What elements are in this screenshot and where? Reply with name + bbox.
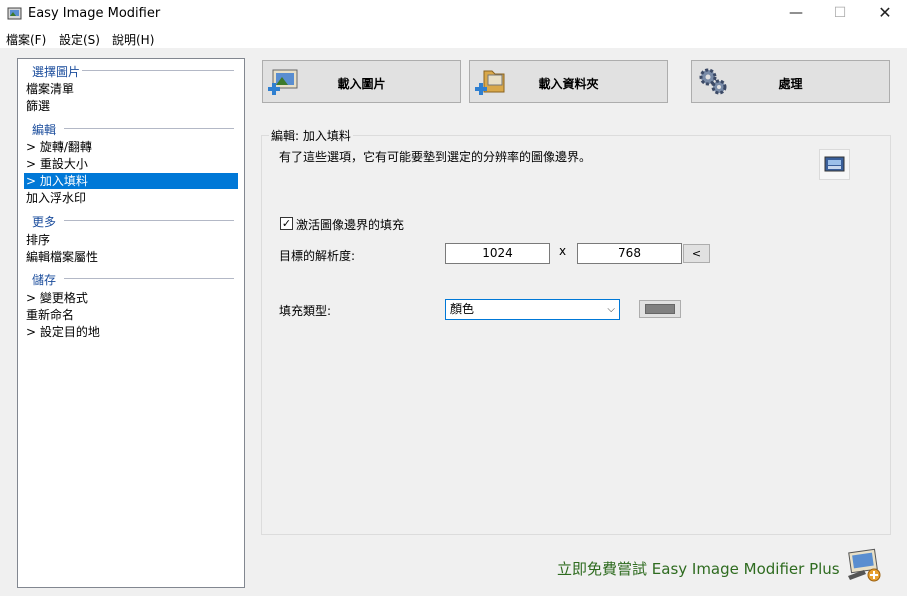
fill-type-value: 顏色 [450, 302, 475, 316]
activate-padding-checkbox[interactable]: ✓ [280, 217, 293, 230]
promo-icon[interactable] [844, 548, 884, 584]
menu-settings[interactable]: 設定(S) [59, 31, 100, 48]
fill-type-select[interactable]: 顏色 ⌵ [445, 299, 620, 320]
sidebar-item-add-watermark[interactable]: 加入浮水印 [24, 190, 238, 206]
load-images-label: 載入圖片 [337, 77, 386, 91]
section-heading-select: 選擇圖片 [32, 65, 81, 79]
target-resolution-label: 目標的解析度: [279, 249, 356, 263]
menu-help[interactable]: 說明(H) [112, 31, 154, 48]
section-divider [64, 128, 234, 129]
section-divider [64, 278, 234, 279]
group-title: 編輯: 加入填料 [269, 127, 353, 144]
sidebar-item-edit-properties[interactable]: 編輯檔案屬性 [24, 249, 238, 265]
maximize-button[interactable]: ☐ [817, 0, 863, 28]
app-icon [7, 7, 22, 20]
padding-options-group [261, 135, 891, 535]
picture-icon [824, 156, 845, 172]
swap-resolution-button[interactable]: < [683, 244, 710, 263]
activate-padding-label[interactable]: 激活圖像邊界的填充 [296, 216, 404, 233]
sidebar-item-change-format[interactable]: > 變更格式 [24, 290, 238, 306]
sidebar-item-rotate-flip[interactable]: > 旋轉/翻轉 [24, 139, 238, 155]
section-heading-save: 儲存 [32, 273, 57, 287]
window-title: Easy Image Modifier [28, 6, 161, 21]
minimize-button[interactable]: — [773, 0, 819, 28]
sidebar-item-file-list[interactable]: 檔案清單 [24, 81, 238, 97]
sidebar-nav: 選擇圖片 檔案清單 篩選 編輯 > 旋轉/翻轉 > 重設大小 > 加入填料 加入… [17, 58, 245, 588]
section-divider [64, 220, 234, 221]
menu-file[interactable]: 檔案(F) [6, 31, 46, 48]
panel-description: 有了這些選項，它有可能要墊到選定的分辨率的圖像邊界。 [279, 150, 592, 164]
load-images-button[interactable]: 載入圖片 [262, 60, 461, 103]
times-symbol: x [559, 244, 567, 258]
process-label: 處理 [778, 77, 803, 91]
target-width-input[interactable]: 1024 [445, 243, 550, 264]
chevron-down-icon: ⌵ [607, 304, 615, 315]
preview-image-button[interactable] [819, 149, 850, 180]
sidebar-item-add-padding[interactable]: > 加入填料 [24, 173, 238, 189]
color-swatch [645, 304, 675, 314]
fill-type-label: 填充類型: [279, 304, 332, 318]
section-heading-edit: 編輯 [32, 123, 57, 137]
close-button[interactable]: ✕ [862, 0, 907, 28]
target-height-input[interactable]: 768 [577, 243, 682, 264]
sidebar-item-filter[interactable]: 篩選 [24, 98, 238, 114]
title-bar: Easy Image Modifier — ☐ ✕ [0, 0, 907, 28]
section-divider [82, 70, 234, 71]
promo-link[interactable]: 立即免費嘗試 Easy Image Modifier Plus [557, 558, 840, 579]
sidebar-item-resize[interactable]: > 重設大小 [24, 156, 238, 172]
load-folder-label: 載入資料夾 [538, 77, 599, 91]
sidebar-item-set-destination[interactable]: > 設定目的地 [24, 324, 238, 340]
section-heading-more: 更多 [32, 215, 57, 229]
menu-bar: 檔案(F) 設定(S) 說明(H) [0, 28, 907, 48]
process-button[interactable]: 處理 [691, 60, 890, 103]
sidebar-item-sort[interactable]: 排序 [24, 232, 238, 248]
load-folder-button[interactable]: 載入資料夾 [469, 60, 668, 103]
sidebar-item-rename[interactable]: 重新命名 [24, 307, 238, 323]
fill-color-button[interactable] [639, 300, 681, 318]
